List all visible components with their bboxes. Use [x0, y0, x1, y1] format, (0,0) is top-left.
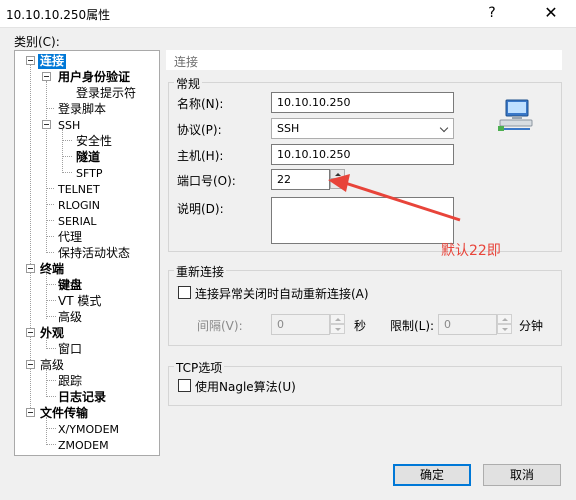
tree-item-tunnel[interactable]: 隧道 — [76, 150, 100, 165]
auto-reconnect-checkbox[interactable] — [178, 286, 191, 299]
interval-label: 间隔(V): — [197, 319, 243, 333]
host-label: 主机(H): — [177, 149, 224, 163]
tree-item-rlogin[interactable]: RLOGIN — [58, 198, 100, 213]
spin-down-icon[interactable] — [497, 324, 512, 334]
tree-item-terminal-advanced[interactable]: 高级 — [58, 310, 82, 325]
tree-item-terminal[interactable]: 终端 — [40, 262, 64, 277]
collapse-icon[interactable] — [26, 56, 35, 65]
tree-item-xymodem[interactable]: X/YMODEM — [58, 422, 119, 437]
limit-spinner[interactable] — [497, 314, 512, 335]
interval-unit: 秒 — [354, 319, 367, 333]
nagle-checkbox[interactable] — [178, 379, 191, 392]
help-button[interactable]: ? — [481, 2, 503, 24]
cancel-button[interactable]: 取消 — [483, 464, 561, 486]
nagle-label: 使用Nagle算法(U) — [195, 380, 296, 394]
tree-item-logging[interactable]: 日志记录 — [58, 390, 106, 405]
tree-item-ssh[interactable]: SSH — [58, 118, 80, 133]
tree-item-login-script[interactable]: 登录脚本 — [58, 102, 106, 117]
protocol-value: SSH — [277, 122, 300, 135]
tree-item-proxy[interactable]: 代理 — [58, 230, 82, 245]
port-label: 端口号(O): — [177, 174, 236, 188]
spin-down-icon[interactable] — [330, 324, 345, 334]
limit-unit: 分钟 — [519, 319, 544, 333]
tree-item-trace[interactable]: 跟踪 — [58, 374, 82, 389]
protocol-select[interactable]: SSH — [271, 118, 454, 139]
general-group-label: 常规 — [174, 75, 203, 92]
close-button[interactable]: ✕ — [540, 2, 562, 24]
panel-title: 连接 — [174, 55, 199, 69]
tree-item-appearance[interactable]: 外观 — [40, 326, 64, 341]
tree-item-login-prompt[interactable]: 登录提示符 — [76, 86, 136, 101]
description-label: 说明(D): — [177, 202, 224, 216]
collapse-icon[interactable] — [26, 264, 35, 273]
host-field[interactable]: 10.10.10.250 — [271, 144, 454, 165]
tree-item-connection[interactable]: 连接 — [38, 54, 67, 69]
window-title: 10.10.10.250属性 — [6, 8, 111, 22]
protocol-label: 协议(P): — [177, 123, 222, 137]
annotation-text: 默认22即 — [441, 243, 501, 259]
category-label: 类别(C): — [14, 35, 60, 49]
tree-item-security[interactable]: 安全性 — [76, 134, 112, 149]
ok-button[interactable]: 确定 — [393, 464, 471, 486]
name-field[interactable]: 10.10.10.250 — [271, 92, 454, 113]
tree-item-telnet[interactable]: TELNET — [58, 182, 100, 197]
tree-item-keepalive[interactable]: 保持活动状态 — [58, 246, 130, 261]
name-label: 名称(N): — [177, 97, 224, 111]
collapse-icon[interactable] — [26, 328, 35, 337]
annotation-arrow — [328, 174, 461, 222]
collapse-icon[interactable] — [42, 72, 51, 81]
spin-up-icon[interactable] — [330, 314, 345, 324]
tcp-group-label: TCP选项 — [174, 359, 225, 376]
interval-field[interactable]: 0 — [271, 314, 330, 335]
tree-item-zmodem[interactable]: ZMODEM — [58, 438, 109, 453]
collapse-icon[interactable] — [42, 120, 51, 129]
chevron-down-icon — [439, 123, 449, 133]
panel-header — [166, 50, 562, 70]
reconnect-group-label: 重新连接 — [174, 263, 227, 280]
tree-item-file-transfer[interactable]: 文件传输 — [40, 406, 88, 421]
network-computer-icon — [498, 99, 533, 131]
interval-spinner[interactable] — [330, 314, 345, 335]
collapse-icon[interactable] — [26, 408, 35, 417]
limit-label: 限制(L): — [390, 319, 435, 333]
auto-reconnect-label: 连接异常关闭时自动重新连接(A) — [195, 287, 369, 301]
tree-item-keyboard[interactable]: 键盘 — [58, 278, 82, 293]
tree-item-advanced[interactable]: 高级 — [40, 358, 64, 373]
tree-item-vt-mode[interactable]: VT 模式 — [58, 294, 101, 309]
spin-up-icon[interactable] — [497, 314, 512, 324]
tree-item-window[interactable]: 窗口 — [58, 342, 82, 357]
tree-item-serial[interactable]: SERIAL — [58, 214, 96, 229]
collapse-icon[interactable] — [26, 360, 35, 369]
limit-field[interactable]: 0 — [438, 314, 497, 335]
tree-item-sftp[interactable]: SFTP — [76, 166, 102, 181]
category-tree[interactable]: 连接 用户身份验证 登录提示符 登录脚本 SSH 安全性 隧道 SFTP TEL… — [14, 50, 160, 456]
tree-item-user-auth[interactable]: 用户身份验证 — [58, 70, 130, 85]
